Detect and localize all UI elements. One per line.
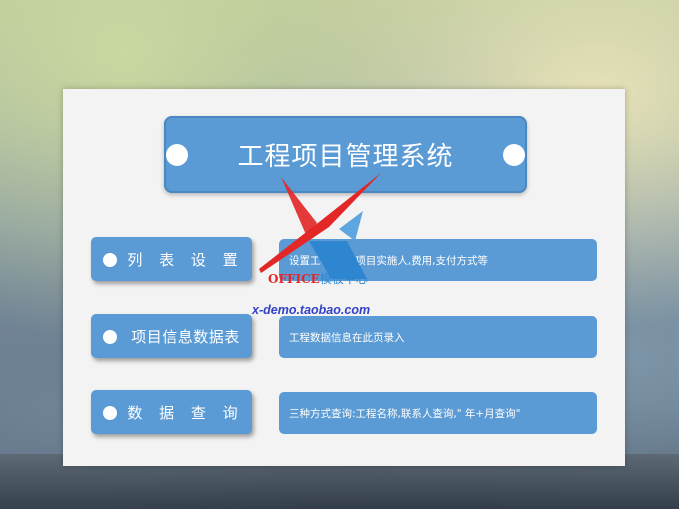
title-left-dot xyxy=(166,144,188,166)
description-text: 工程数据信息在此页录入 xyxy=(289,331,405,344)
data-query-description: 三种方式查询:工程名称,联系人查询," 年+月查询" xyxy=(279,392,597,434)
bullet-dot xyxy=(103,330,117,344)
bullet-dot xyxy=(103,406,117,420)
title-right-dot xyxy=(503,144,525,166)
main-panel: 工程项目管理系统 列 表 设 置 设置工程类别,项目实施人,费用,支付方式等 项… xyxy=(63,89,625,466)
menu-label: 列 表 设 置 xyxy=(127,250,244,269)
data-query-button[interactable]: 数 据 查 询 xyxy=(91,390,252,434)
page-title: 工程项目管理系统 xyxy=(237,142,454,172)
menu-label: 项目信息数据表 xyxy=(131,327,240,346)
project-data-table-button[interactable]: 项目信息数据表 xyxy=(91,314,252,358)
menu-label: 数 据 查 询 xyxy=(127,403,244,422)
project-data-table-description: 工程数据信息在此页录入 xyxy=(279,316,597,358)
list-settings-button[interactable]: 列 表 设 置 xyxy=(91,237,252,281)
watermark-brand: OFFICE模板中心 xyxy=(268,272,368,286)
watermark-url: x-demo.taobao.com xyxy=(252,303,371,317)
description-text: 三种方式查询:工程名称,联系人查询," 年+月查询" xyxy=(289,407,521,420)
bullet-dot xyxy=(103,253,117,267)
